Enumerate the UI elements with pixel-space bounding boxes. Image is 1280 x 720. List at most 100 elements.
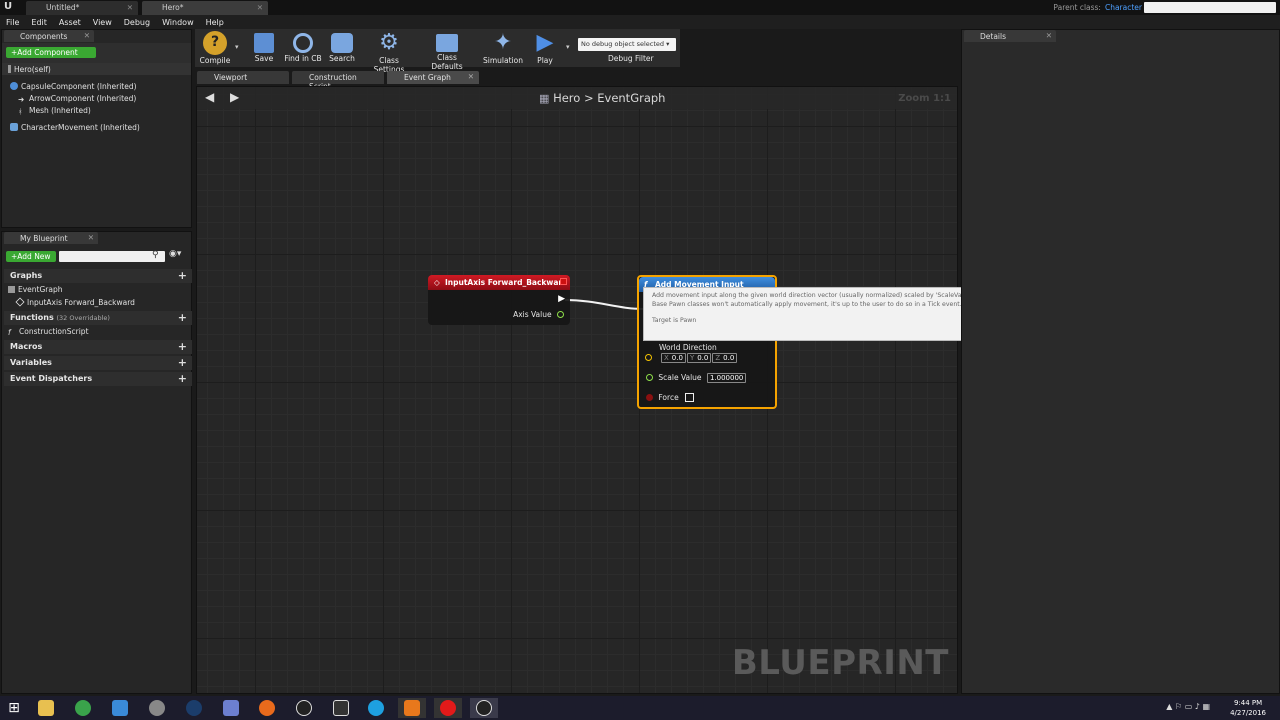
- tab-details[interactable]: Details ✕: [964, 30, 1056, 42]
- taskbar-app-11[interactable]: [398, 698, 426, 718]
- float-pin-icon[interactable]: [646, 374, 653, 381]
- class-settings-button[interactable]: ⚙ Class Settings: [363, 29, 415, 75]
- menu-asset[interactable]: Asset: [59, 18, 81, 27]
- section-event-dispatchers[interactable]: Event Dispatchers +: [4, 372, 192, 386]
- event-graph-canvas[interactable]: ◀ ▶ ▦ Hero > EventGraph Zoom 1:1 ◇ Input…: [196, 86, 958, 694]
- taskbar-chrome[interactable]: [69, 698, 97, 718]
- taskbar-skype[interactable]: [362, 698, 390, 718]
- input-axis-node-header[interactable]: ◇ InputAxis Forward_Backward: [428, 275, 570, 290]
- tab-components[interactable]: Components ✕: [4, 30, 94, 42]
- play-button[interactable]: ▶ Play: [531, 29, 559, 66]
- menu-window[interactable]: Window: [162, 18, 194, 27]
- search-icon[interactable]: ⚲: [152, 250, 159, 260]
- taskbar-explorer[interactable]: [32, 698, 60, 718]
- x-field[interactable]: X 0.0: [661, 353, 686, 363]
- tree-item-arrow[interactable]: ➜ ArrowComponent (Inherited): [18, 94, 137, 104]
- blueprint-search-input[interactable]: [59, 251, 165, 262]
- tab-my-blueprint[interactable]: My Blueprint ✕: [4, 232, 98, 244]
- close-icon[interactable]: ✕: [88, 233, 94, 242]
- section-functions[interactable]: Functions (32 Overridable) +: [4, 311, 192, 325]
- my-blueprint-panel: My Blueprint ✕ +Add New ⚲ ◉▾ Graphs + Ev…: [1, 231, 192, 694]
- exec-wire[interactable]: [197, 87, 958, 694]
- vector-pin-icon[interactable]: [645, 354, 652, 361]
- taskbar-app-3[interactable]: [106, 698, 134, 718]
- tab-components-label: Components: [20, 32, 68, 41]
- tree-item-character-movement[interactable]: CharacterMovement (Inherited): [10, 123, 140, 132]
- close-icon[interactable]: ✕: [468, 72, 474, 81]
- y-field[interactable]: Y 0.0: [686, 353, 712, 363]
- debug-object-select[interactable]: No debug object selected ▾: [578, 38, 676, 51]
- taskbar-record[interactable]: [434, 698, 462, 718]
- input-axis-node[interactable]: ◇ InputAxis Forward_Backward ▶ Axis Valu…: [428, 275, 570, 325]
- add-dispatcher-icon[interactable]: +: [178, 372, 187, 385]
- close-icon[interactable]: ✕: [127, 3, 133, 12]
- tree-item-event-graph[interactable]: EventGraph: [8, 285, 63, 294]
- close-icon[interactable]: ✕: [1046, 31, 1052, 40]
- tree-item-input-axis[interactable]: InputAxis Forward_Backward: [15, 297, 135, 307]
- bool-pin-icon[interactable]: [646, 394, 653, 401]
- menu-debug[interactable]: Debug: [124, 18, 150, 27]
- tab-hero[interactable]: Hero* ✕: [142, 1, 268, 15]
- taskbar-epic[interactable]: [327, 698, 355, 718]
- section-graphs[interactable]: Graphs +: [4, 269, 192, 283]
- clock-date: 4/27/2016: [1230, 709, 1266, 717]
- taskbar-unreal[interactable]: [290, 698, 318, 718]
- tab-construction-script[interactable]: Construction Script: [292, 71, 384, 91]
- simulation-button[interactable]: ✦ Simulation: [483, 29, 523, 66]
- unreal-logo-icon[interactable]: U: [4, 1, 12, 12]
- force-pin[interactable]: Force: [646, 393, 695, 402]
- tab-untitled[interactable]: Untitled* ✕: [26, 1, 138, 15]
- tree-item-construction-script[interactable]: f ConstructionScript: [8, 327, 89, 337]
- taskbar-steam[interactable]: [180, 698, 208, 718]
- tab-viewport[interactable]: Viewport: [197, 71, 289, 84]
- menu-file[interactable]: File: [6, 18, 19, 27]
- scale-value-pin[interactable]: Scale Value 1.000000: [646, 373, 747, 383]
- add-macro-icon[interactable]: +: [178, 340, 187, 353]
- section-graphs-label: Graphs: [10, 271, 43, 280]
- scale-value-field[interactable]: 1.000000: [706, 373, 747, 383]
- z-field[interactable]: Z 0.0: [712, 353, 738, 363]
- section-macros[interactable]: Macros +: [4, 340, 192, 354]
- float-pin-icon[interactable]: [557, 311, 564, 318]
- add-new-button[interactable]: +Add New: [6, 251, 56, 262]
- world-direction-pin[interactable]: World Direction X 0.0 Y 0.0 Z 0.0: [644, 343, 738, 363]
- class-defaults-button[interactable]: Class Defaults: [421, 29, 473, 71]
- add-graph-icon[interactable]: +: [178, 269, 187, 282]
- compile-button[interactable]: ? Compile: [197, 29, 233, 65]
- parent-class-link[interactable]: Character: [1105, 3, 1142, 12]
- section-variables[interactable]: Variables +: [4, 356, 192, 370]
- title-bar: U Untitled* ✕ Hero* ✕ Parent class: Chara…: [0, 0, 1280, 15]
- start-button[interactable]: ⊞: [0, 698, 28, 718]
- tree-item-capsule[interactable]: CapsuleComponent (Inherited): [10, 82, 137, 91]
- delegate-pin-icon[interactable]: [560, 278, 567, 285]
- taskbar-unreal-active[interactable]: [470, 698, 498, 718]
- tree-item-mesh[interactable]: ᚼ Mesh (Inherited): [18, 106, 91, 116]
- close-icon[interactable]: ✕: [257, 3, 263, 12]
- tree-item-label: ArrowComponent (Inherited): [29, 94, 137, 103]
- taskbar-app-4[interactable]: [143, 698, 171, 718]
- menu-edit[interactable]: Edit: [31, 18, 47, 27]
- close-icon[interactable]: ✕: [84, 31, 90, 40]
- taskbar-discord[interactable]: [217, 698, 245, 718]
- taskbar-clock[interactable]: 9:44 PM 4/27/2016: [1230, 698, 1266, 718]
- add-variable-icon[interactable]: +: [178, 356, 187, 369]
- title-search-input[interactable]: [1144, 2, 1276, 13]
- exec-out-pin-icon[interactable]: ▶: [558, 294, 565, 304]
- menu-view[interactable]: View: [93, 18, 112, 27]
- compile-options-chevron-icon[interactable]: ▾: [235, 43, 239, 51]
- tray-icons[interactable]: ▲ ⚐ ▭ ♪ ▦: [1166, 702, 1210, 711]
- play-options-chevron-icon[interactable]: ▾: [566, 43, 570, 51]
- axis-value-pin[interactable]: Axis Value: [513, 310, 564, 319]
- tree-item-hero-self[interactable]: Hero(self): [8, 65, 51, 74]
- save-button[interactable]: Save: [250, 29, 278, 63]
- force-checkbox[interactable]: [685, 393, 695, 402]
- taskbar-firefox[interactable]: [253, 698, 281, 718]
- tab-event-graph[interactable]: Event Graph ✕: [387, 71, 479, 84]
- find-in-cb-button[interactable]: Find in CB: [283, 29, 323, 63]
- search-button[interactable]: Search: [327, 29, 357, 63]
- add-component-button[interactable]: +Add Component: [6, 47, 96, 58]
- menu-help[interactable]: Help: [206, 18, 224, 27]
- add-function-icon[interactable]: +: [178, 311, 187, 324]
- blueprint-toolbar: ? Compile ▾ Save Find in CB Search ⚙ Cla…: [195, 29, 680, 74]
- eye-icon[interactable]: ◉▾: [169, 249, 181, 259]
